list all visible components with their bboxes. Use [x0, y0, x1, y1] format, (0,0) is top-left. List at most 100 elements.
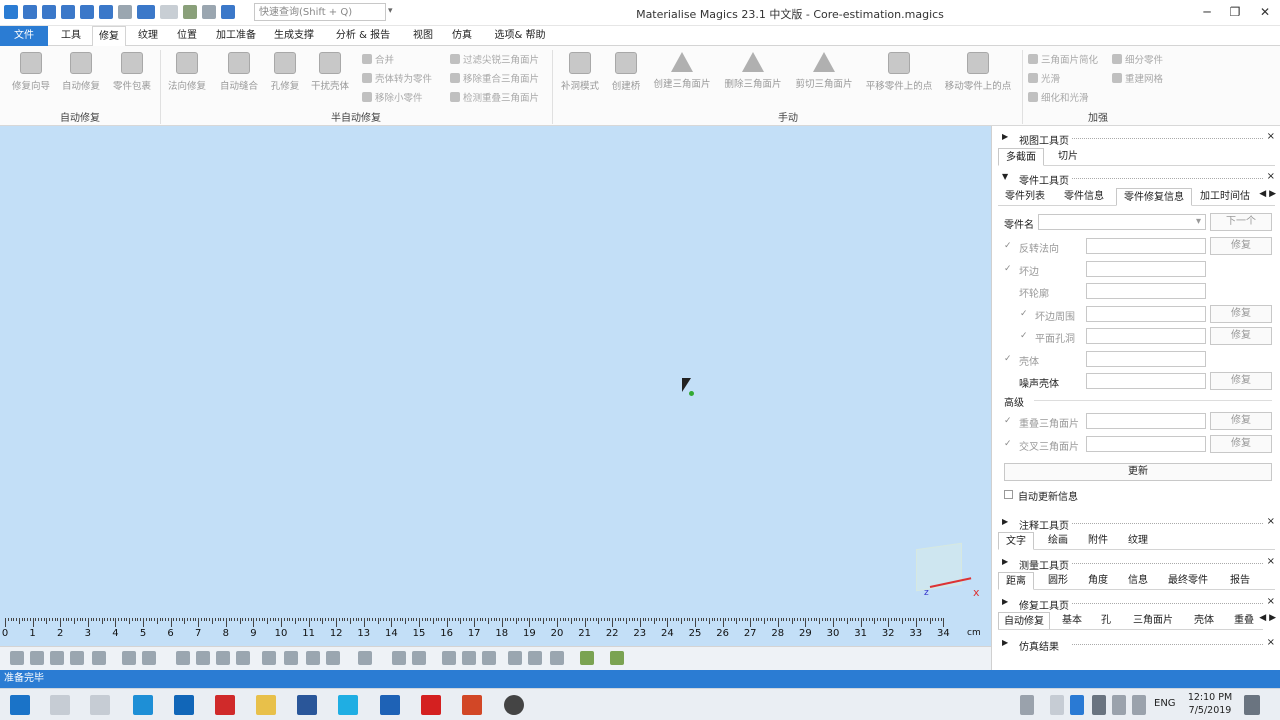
tab-build-time[interactable]: 加工时间估: [1196, 188, 1254, 206]
marked-triangle-icon[interactable]: [580, 651, 594, 665]
tab-distance[interactable]: 距离: [998, 572, 1034, 590]
remove-small-parts-button[interactable]: 移除小零件: [362, 90, 423, 104]
chevron-down-icon[interactable]: ▾: [388, 6, 393, 16]
fix-normals-button[interactable]: 法向修复: [164, 52, 210, 92]
plane-select-icon[interactable]: [326, 651, 340, 665]
people-icon[interactable]: [1020, 695, 1034, 715]
color-triangle-icon[interactable]: [610, 651, 624, 665]
measure-toolbar-header[interactable]: ▶ 测量工具页 ×: [992, 555, 1280, 572]
quick-search-input[interactable]: 快速查询(Shift + Q): [254, 3, 386, 21]
triangle-select-icon[interactable]: [176, 651, 190, 665]
view-cube-icon[interactable]: [92, 651, 106, 665]
zoom-fit-icon[interactable]: [70, 651, 84, 665]
tab-view[interactable]: 视图: [404, 26, 442, 46]
tab-texture[interactable]: 纹理: [1120, 532, 1156, 550]
collapse-icon[interactable]: ▼: [1002, 172, 1008, 181]
part-wrap-button[interactable]: 零件包裹: [106, 52, 158, 92]
part-name-select[interactable]: [1038, 214, 1206, 230]
save-as-icon[interactable]: [80, 5, 94, 19]
move-point-button[interactable]: 移动零件上的点: [940, 52, 1016, 92]
triangle-reduction-button[interactable]: 三角面片简化: [1028, 52, 1098, 66]
tab-multi-section[interactable]: 多截面: [998, 148, 1044, 166]
close-button[interactable]: ✕: [1250, 2, 1280, 22]
app-logo-icon[interactable]: [4, 5, 18, 19]
fill-holes-button[interactable]: 孔修复: [266, 52, 304, 92]
tab-part-fix-info[interactable]: 零件修复信息: [1116, 188, 1192, 206]
tab-support[interactable]: 生成支撑: [266, 26, 322, 46]
auto-stitch-button[interactable]: 自动缝合: [214, 52, 264, 92]
mesh-icon-5[interactable]: [482, 651, 496, 665]
lasso-select-icon[interactable]: [284, 651, 298, 665]
word-icon[interactable]: [297, 695, 317, 715]
minimize-button[interactable]: ─: [1192, 2, 1222, 22]
next-button[interactable]: 下一个: [1210, 213, 1272, 231]
hole-fill-mode-button[interactable]: 补洞模式: [556, 52, 604, 92]
tab-basic[interactable]: 基本: [1054, 612, 1090, 629]
volume-icon[interactable]: [1132, 695, 1146, 715]
save-icon[interactable]: [61, 5, 75, 19]
shell-select-icon[interactable]: [216, 651, 230, 665]
maximize-button[interactable]: ❐: [1220, 2, 1250, 22]
close-icon[interactable]: ×: [1267, 131, 1275, 142]
tab-info[interactable]: 信息: [1120, 572, 1156, 590]
tab-file[interactable]: 文件: [0, 26, 48, 46]
brush-select-icon[interactable]: [306, 651, 320, 665]
notifications-icon[interactable]: [1244, 695, 1260, 715]
new-icon[interactable]: [23, 5, 37, 19]
tab-slice[interactable]: 切片: [1048, 148, 1088, 166]
tab-scroll-icon[interactable]: ◀ ▶: [1259, 613, 1276, 623]
tab-simulation[interactable]: 仿真: [444, 26, 480, 46]
onedrive-icon[interactable]: [1070, 695, 1084, 715]
clock[interactable]: 12:10 PM 7/5/2019: [1180, 691, 1240, 717]
expand-icon[interactable]: ▶: [1002, 638, 1008, 647]
auto-update-checkbox[interactable]: [1004, 490, 1013, 499]
close-icon[interactable]: ×: [1267, 556, 1275, 567]
fix-row-button[interactable]: 修复: [1210, 434, 1272, 453]
subdivide-part-button[interactable]: 细分零件: [1112, 52, 1163, 66]
repair-toolbar-header[interactable]: ▶ 修复工具页 ×: [992, 595, 1280, 612]
tab-scroll-icon[interactable]: ◀ ▶: [1259, 189, 1276, 199]
tab-position[interactable]: 位置: [168, 26, 206, 46]
shells-to-parts-button[interactable]: 壳体转为零件: [362, 71, 432, 85]
remesh-button[interactable]: 重建网格: [1112, 71, 1163, 85]
fix-row-button[interactable]: 修复: [1210, 372, 1272, 390]
tab-final-part[interactable]: 最终零件: [1162, 572, 1214, 590]
mesh-icon-2[interactable]: [412, 651, 426, 665]
chevron-down-icon[interactable]: ▾: [1196, 216, 1201, 227]
tab-attachment[interactable]: 附件: [1080, 532, 1116, 550]
tab-overlap[interactable]: 重叠: [1226, 612, 1262, 629]
export-icon[interactable]: [118, 5, 132, 19]
part-toolbar-header[interactable]: ▼ 零件工具页 ×: [992, 170, 1280, 187]
tab-options-help[interactable]: 选项& 帮助: [484, 26, 556, 46]
merge-button[interactable]: 合并: [362, 52, 394, 66]
part-view-icon[interactable]: [358, 651, 372, 665]
search-icon[interactable]: [50, 695, 70, 715]
expand-icon[interactable]: ▶: [1002, 132, 1008, 141]
tab-angle[interactable]: 角度: [1080, 572, 1116, 590]
battery-icon[interactable]: [1092, 695, 1106, 715]
tab-triangle[interactable]: 三角面片: [1124, 612, 1182, 629]
tab-auto-repair[interactable]: 自动修复: [998, 612, 1050, 629]
auto-repair-button[interactable]: 自动修复: [56, 52, 106, 92]
close-icon[interactable]: ×: [1267, 637, 1275, 648]
detect-overlapping-button[interactable]: 检测重叠三角面片: [450, 90, 539, 104]
mesh-icon-8[interactable]: [550, 651, 564, 665]
recorder-icon[interactable]: [504, 695, 524, 715]
tab-shell[interactable]: 壳体: [1186, 612, 1222, 629]
mesh-icon-7[interactable]: [528, 651, 542, 665]
tab-analysis-report[interactable]: 分析 & 报告: [326, 26, 400, 46]
input-language[interactable]: ENG: [1154, 698, 1176, 709]
sim-results-header[interactable]: ▶ 仿真结果 ×: [992, 636, 1280, 653]
tab-hole[interactable]: 孔: [1094, 612, 1118, 629]
tab-part-list[interactable]: 零件列表: [998, 188, 1052, 206]
3d-viewport[interactable]: [0, 126, 991, 618]
cut-triangle-button[interactable]: 剪切三角面片: [790, 52, 858, 90]
tab-text[interactable]: 文字: [998, 532, 1034, 550]
powerpoint-icon[interactable]: [462, 695, 482, 715]
fix-row-button[interactable]: 修复: [1210, 304, 1272, 323]
tab-part-info[interactable]: 零件信息: [1056, 188, 1112, 206]
smooth-button[interactable]: 光滑: [1028, 71, 1060, 85]
tab-repair[interactable]: 修复: [92, 26, 126, 47]
tab-drawing[interactable]: 绘画: [1040, 532, 1076, 550]
wifi-icon[interactable]: [1112, 695, 1126, 715]
